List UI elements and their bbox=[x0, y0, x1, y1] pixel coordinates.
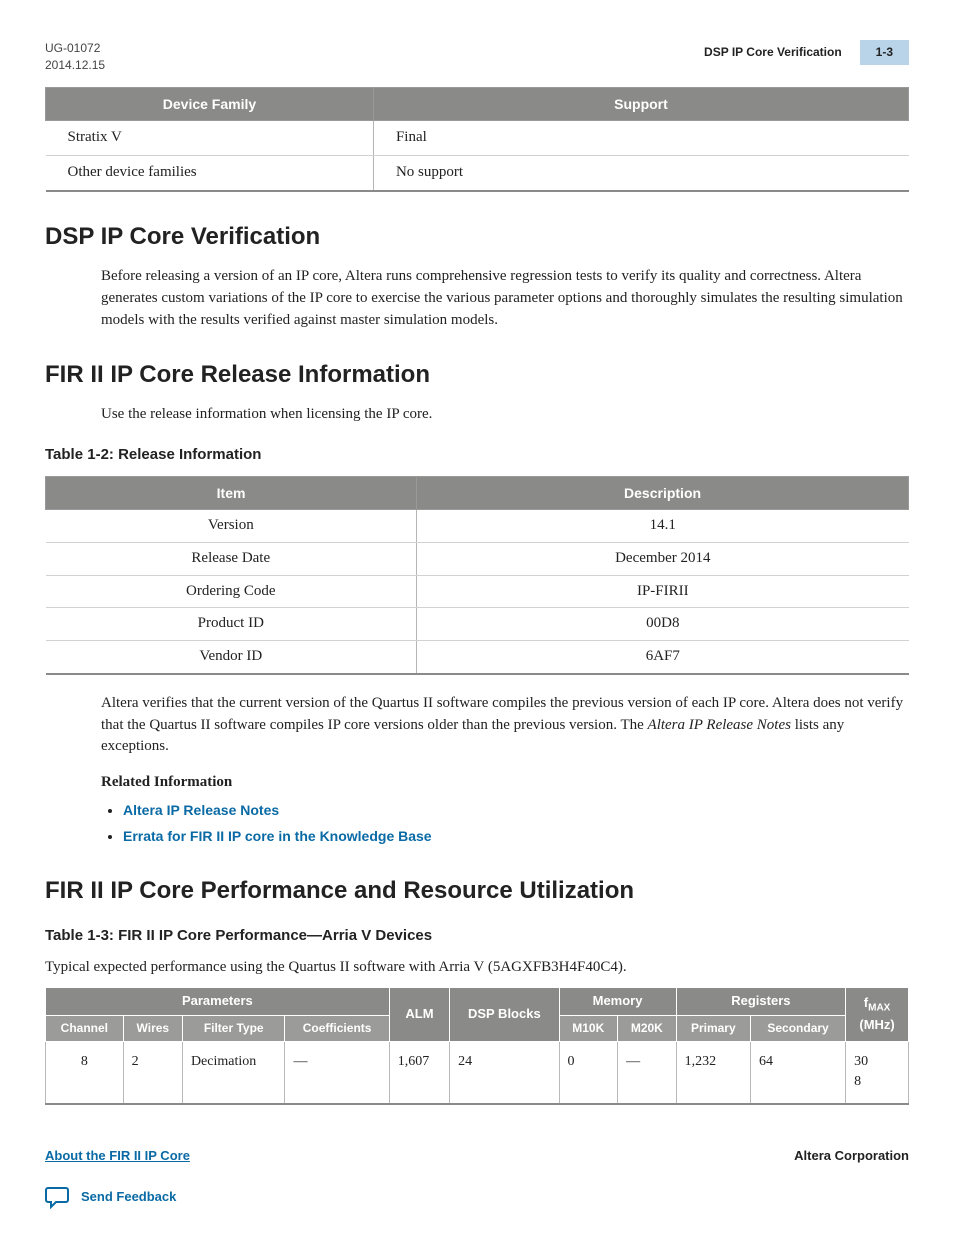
cell: Vendor ID bbox=[46, 641, 417, 674]
link-errata[interactable]: Errata for FIR II IP core in the Knowled… bbox=[123, 828, 432, 844]
performance-table: Parameters ALM DSP Blocks Memory Registe… bbox=[45, 987, 909, 1105]
link-release-notes[interactable]: Altera IP Release Notes bbox=[123, 802, 279, 818]
footer-company: Altera Corporation bbox=[794, 1147, 909, 1166]
cell: Version bbox=[46, 510, 417, 543]
feedback-row: Send Feedback bbox=[45, 1185, 909, 1209]
doc-date: 2014.12.15 bbox=[45, 57, 105, 74]
fmax-val-a: 30 bbox=[854, 1054, 868, 1069]
cell: — bbox=[285, 1042, 389, 1104]
col-header: Channel bbox=[46, 1015, 124, 1041]
cell: Stratix V bbox=[46, 121, 374, 156]
col-header: Filter Type bbox=[182, 1015, 285, 1041]
col-header-registers: Registers bbox=[676, 987, 846, 1015]
running-title: DSP IP Core Verification bbox=[704, 44, 860, 61]
list-item: Errata for FIR II IP core in the Knowled… bbox=[123, 826, 909, 849]
table-row: 8 2 Decimation — 1,607 24 0 — 1,232 64 3… bbox=[46, 1042, 909, 1104]
release-after: Altera verifies that the current version… bbox=[101, 693, 909, 849]
paragraph: Before releasing a version of an IP core… bbox=[101, 266, 909, 331]
table-row: Vendor ID6AF7 bbox=[46, 641, 909, 674]
table-row: Ordering CodeIP-FIRII bbox=[46, 575, 909, 608]
cell: Release Date bbox=[46, 542, 417, 575]
header-right: DSP IP Core Verification 1-3 bbox=[704, 40, 909, 65]
cell: IP-FIRII bbox=[417, 575, 909, 608]
cell: Decimation bbox=[182, 1042, 285, 1104]
table-caption: Table 1-3: FIR II IP Core Performance—Ar… bbox=[45, 925, 909, 947]
col-header-parameters: Parameters bbox=[46, 987, 390, 1015]
verification-body: Before releasing a version of an IP core… bbox=[101, 266, 909, 331]
section-heading-performance: FIR II IP Core Performance and Resource … bbox=[45, 874, 909, 909]
release-body: Use the release information when licensi… bbox=[101, 404, 909, 426]
cell: Product ID bbox=[46, 608, 417, 641]
cell: — bbox=[618, 1042, 677, 1104]
col-header: Item bbox=[46, 476, 417, 509]
cell: Ordering Code bbox=[46, 575, 417, 608]
section-heading-verification: DSP IP Core Verification bbox=[45, 220, 909, 255]
table-row: Release DateDecember 2014 bbox=[46, 542, 909, 575]
col-header: M20K bbox=[618, 1015, 677, 1041]
cell: Final bbox=[373, 121, 908, 156]
cell: 1,607 bbox=[389, 1042, 449, 1104]
cell: 64 bbox=[751, 1042, 846, 1104]
cell: Other device families bbox=[46, 155, 374, 190]
col-header: Secondary bbox=[751, 1015, 846, 1041]
cell: December 2014 bbox=[417, 542, 909, 575]
page-footer: About the FIR II IP Core Altera Corporat… bbox=[45, 1147, 909, 1166]
fmax-val-b: 8 bbox=[854, 1074, 861, 1089]
doc-id: UG-01072 bbox=[45, 40, 105, 57]
fmax-unit: (MHz) bbox=[859, 1017, 894, 1032]
table-row: Version14.1 bbox=[46, 510, 909, 543]
col-header: Support bbox=[373, 87, 908, 120]
col-header: Primary bbox=[676, 1015, 750, 1041]
cell: 00D8 bbox=[417, 608, 909, 641]
paragraph: Use the release information when licensi… bbox=[101, 404, 909, 426]
cell: 2 bbox=[123, 1042, 182, 1104]
doc-meta: UG-01072 2014.12.15 bbox=[45, 40, 105, 75]
cell: 24 bbox=[450, 1042, 559, 1104]
cell: 14.1 bbox=[417, 510, 909, 543]
col-header-alm: ALM bbox=[389, 987, 449, 1041]
paragraph: Altera verifies that the current version… bbox=[101, 693, 909, 758]
cell: 8 bbox=[46, 1042, 124, 1104]
device-support-table: Device Family Support Stratix V Final Ot… bbox=[45, 87, 909, 192]
cell: 30 8 bbox=[846, 1042, 909, 1104]
related-info-heading: Related Information bbox=[101, 772, 909, 794]
col-header: Coefficients bbox=[285, 1015, 389, 1041]
col-header: Wires bbox=[123, 1015, 182, 1041]
col-header-dsp: DSP Blocks bbox=[450, 987, 559, 1041]
send-feedback-link[interactable]: Send Feedback bbox=[81, 1188, 176, 1207]
page-number: 1-3 bbox=[860, 40, 909, 65]
cell: 6AF7 bbox=[417, 641, 909, 674]
footer-link-about[interactable]: About the FIR II IP Core bbox=[45, 1147, 190, 1166]
page-header: UG-01072 2014.12.15 DSP IP Core Verifica… bbox=[45, 40, 909, 75]
related-info-list: Altera IP Release Notes Errata for FIR I… bbox=[123, 800, 909, 849]
cell: No support bbox=[373, 155, 908, 190]
emphasis: Altera IP Release Notes bbox=[648, 717, 791, 733]
col-header-fmax: fMAX (MHz) bbox=[846, 987, 909, 1041]
col-header: Device Family bbox=[46, 87, 374, 120]
table-row: Stratix V Final bbox=[46, 121, 909, 156]
release-info-table: Item Description Version14.1 Release Dat… bbox=[45, 476, 909, 675]
col-header-memory: Memory bbox=[559, 987, 676, 1015]
section-heading-release: FIR II IP Core Release Information bbox=[45, 358, 909, 393]
col-header: Description bbox=[417, 476, 909, 509]
table-caption: Table 1-2: Release Information bbox=[45, 444, 909, 466]
cell: 1,232 bbox=[676, 1042, 750, 1104]
performance-desc: Typical expected performance using the Q… bbox=[45, 957, 909, 979]
table-row: Other device families No support bbox=[46, 155, 909, 190]
col-header: M10K bbox=[559, 1015, 618, 1041]
fmax-sub: MAX bbox=[868, 1003, 890, 1014]
list-item: Altera IP Release Notes bbox=[123, 800, 909, 823]
cell: 0 bbox=[559, 1042, 618, 1104]
speech-bubble-icon bbox=[45, 1185, 71, 1209]
table-row: Product ID00D8 bbox=[46, 608, 909, 641]
